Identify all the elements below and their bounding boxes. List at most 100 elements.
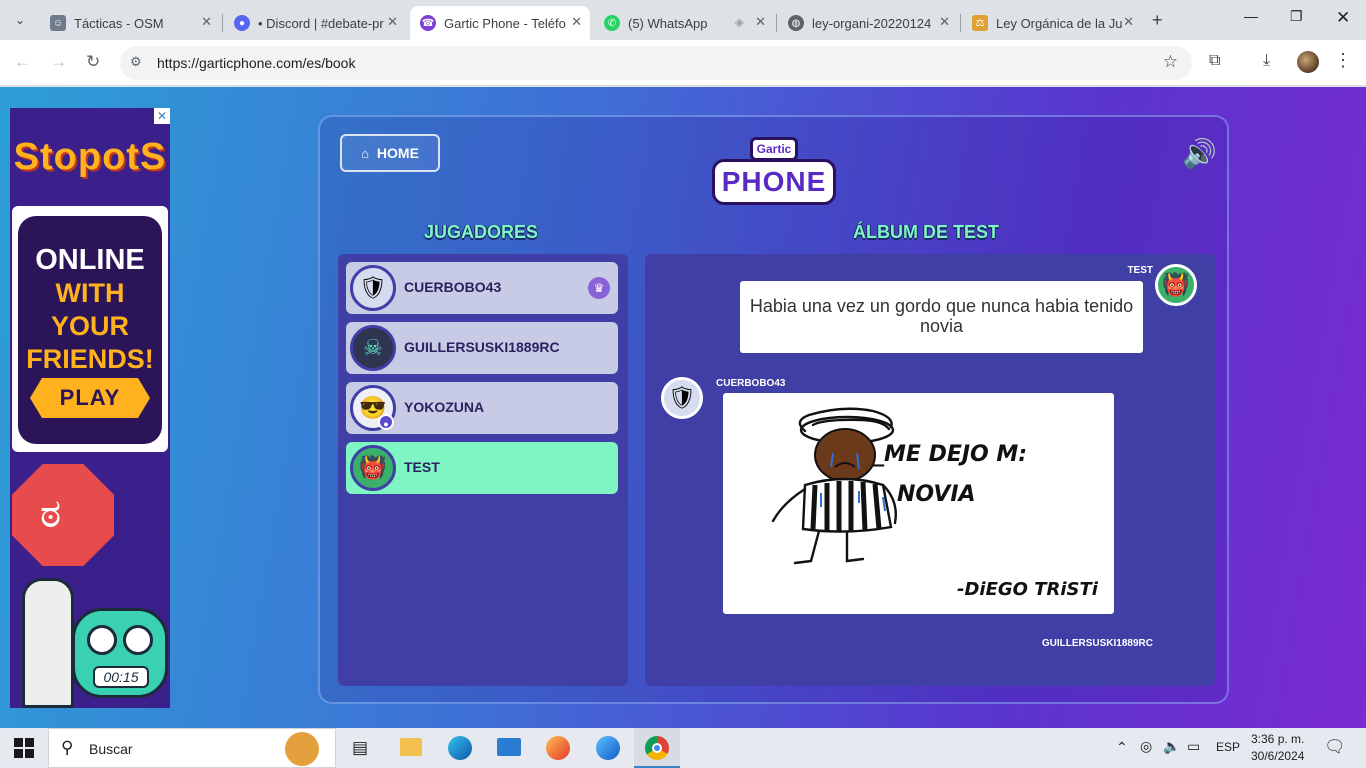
advertisement-banner[interactable]: ✕ StopotS ONLINE WITH YOUR FRIENDS! PLAY…: [10, 108, 170, 708]
page-content: ✕ StopotS ONLINE WITH YOUR FRIENDS! PLAY…: [0, 87, 1366, 728]
windows-taskbar: ⚲ Buscar ▤ ⌃ ◎ 🔈 ▭ ESP 3:36 p. m. 30/6/2…: [0, 728, 1366, 768]
tab-title: Ley Orgánica de la Ju: [996, 15, 1123, 31]
osm-favicon: ☺: [50, 15, 66, 31]
ad-line-2: WITH: [55, 278, 125, 308]
tab-tacticas-osm[interactable]: ☺ Tácticas - OSM ✕: [40, 6, 220, 40]
file-explorer-icon[interactable]: [400, 738, 422, 756]
edge-icon[interactable]: [448, 736, 472, 760]
ad-brand-logo: StopotS: [13, 136, 167, 178]
ad-timer: 00:15: [93, 666, 149, 688]
tab-title: ley-organi-20220124: [812, 15, 932, 31]
ad-line-3: YOUR: [50, 311, 129, 341]
discord-favicon: ●: [234, 15, 250, 31]
player-name: TEST: [404, 459, 440, 475]
taskbar-search[interactable]: ⚲ Buscar: [48, 728, 336, 768]
tab-gartic-phone[interactable]: ☎ Gartic Phone - Teléfo ✕: [410, 6, 590, 40]
url-text[interactable]: https://garticphone.com/es/book: [157, 55, 355, 71]
tab-title: Gartic Phone - Teléfo: [444, 15, 566, 31]
tab-discord[interactable]: ● • Discord | #debate-pr ✕: [224, 6, 406, 40]
player-item[interactable]: ☠ GUILLERSUSKI1889RC: [346, 322, 618, 374]
tray-chevron-icon[interactable]: ⌃: [1116, 739, 1128, 756]
tab-search-button[interactable]: ⌄: [8, 8, 32, 32]
address-bar[interactable]: ⚙ https://garticphone.com/es/book ☆: [120, 46, 1192, 80]
law-favicon: ⚖: [972, 15, 988, 31]
extensions-icon[interactable]: ⧉: [1209, 52, 1220, 70]
close-window-button[interactable]: ✕: [1336, 8, 1350, 28]
close-tab-icon[interactable]: ✕: [387, 14, 398, 30]
knight-icon: 🛡: [661, 377, 703, 419]
search-highlight-icon: [285, 732, 319, 766]
player-item[interactable]: 😎 ● YOKOZUNA: [346, 382, 618, 434]
close-tab-icon[interactable]: ✕: [939, 14, 950, 30]
firefox-icon[interactable]: [546, 736, 570, 760]
players-title: JUGADORES: [424, 222, 539, 242]
language-indicator[interactable]: ESP: [1216, 740, 1240, 754]
clock-time[interactable]: 3:36 p. m.: [1251, 732, 1304, 746]
back-button[interactable]: ←: [14, 52, 31, 72]
clock-date[interactable]: 30/6/2024: [1251, 749, 1304, 763]
audio-icon: ◈: [734, 15, 744, 29]
drawing-text-line-3: -DiEGO TRiSTi: [957, 579, 1099, 600]
eye-icon: [123, 625, 153, 655]
bookmark-star-icon[interactable]: ☆: [1163, 52, 1178, 72]
tab-ley-organica[interactable]: ⚖ Ley Orgánica de la Ju ✕: [962, 6, 1142, 40]
demon-icon: 👹: [1155, 264, 1197, 306]
profile-avatar[interactable]: [1297, 51, 1319, 73]
gartic-favicon: ☎: [420, 15, 436, 31]
tab-divider: [960, 14, 961, 32]
close-tab-icon[interactable]: ✕: [755, 14, 766, 30]
game-container: ⌂ HOME Gartic PHONE 🔊 JUGADORES ÁLBUM DE…: [318, 115, 1229, 704]
forward-button[interactable]: →: [50, 52, 67, 72]
menu-icon[interactable]: ⋮: [1334, 50, 1352, 71]
ad-play-button[interactable]: PLAY: [30, 378, 150, 418]
knight-icon: 🛡: [350, 265, 396, 311]
globe-favicon: ◍: [788, 15, 804, 31]
tab-whatsapp[interactable]: ✆ (5) WhatsApp ◈ ✕: [594, 6, 774, 40]
home-icon: ⌂: [361, 145, 369, 161]
drawing-author-label: CUERBOBO43: [716, 378, 786, 389]
text-author-label: TEST: [1127, 265, 1153, 276]
start-button[interactable]: [14, 738, 34, 758]
restore-button[interactable]: ❐: [1290, 8, 1303, 25]
mail-icon[interactable]: [497, 738, 521, 756]
firefox-dev-icon[interactable]: [596, 736, 620, 760]
close-tab-icon[interactable]: ✕: [1123, 14, 1134, 30]
task-view-icon[interactable]: ▤: [352, 738, 368, 758]
eye-icon: [87, 625, 117, 655]
close-tab-icon[interactable]: ✕: [201, 14, 212, 30]
reload-button[interactable]: ↻: [86, 52, 100, 72]
chrome-icon[interactable]: [634, 728, 680, 768]
drawing-text-line-1: _ME DEJO M:: [872, 442, 1027, 467]
player-item-active[interactable]: 👹 TEST: [346, 442, 618, 494]
home-button[interactable]: ⌂ HOME: [340, 134, 440, 172]
home-label: HOME: [376, 145, 419, 161]
site-info-icon[interactable]: ⚙: [130, 54, 142, 70]
player-name: GUILLERSUSKI1889RC: [404, 339, 560, 355]
tab-ley-organi[interactable]: ◍ ley-organi-20220124 ✕: [778, 6, 958, 40]
drawing-text-line-2: NOVIA: [897, 482, 976, 507]
tray-camera-icon[interactable]: ◎: [1140, 738, 1152, 755]
downloads-icon[interactable]: ⤓: [1263, 52, 1270, 70]
tab-divider: [776, 14, 777, 32]
demon-icon: 👹: [350, 445, 396, 491]
ad-panel: ONLINE WITH YOUR FRIENDS! PLAY: [12, 206, 168, 452]
new-tab-button[interactable]: +: [1152, 10, 1163, 31]
stop-sign-mascot: ಠ: [12, 464, 114, 566]
clock-mascot: 00:15: [72, 608, 168, 698]
player-item[interactable]: 🛡 CUERBOBO43 ♛: [346, 262, 618, 314]
notifications-icon[interactable]: 🗨: [1324, 737, 1346, 757]
search-placeholder: Buscar: [89, 741, 133, 757]
ad-line-1: ONLINE: [35, 244, 145, 276]
tab-title: Tácticas - OSM: [74, 15, 164, 31]
close-tab-icon[interactable]: ✕: [571, 14, 582, 30]
tab-strip: ⌄ ☺ Tácticas - OSM ✕ ● • Discord | #deba…: [0, 0, 1366, 40]
sound-icon[interactable]: 🔊: [1182, 137, 1217, 170]
user-badge-icon: ●: [378, 414, 394, 430]
player-name: CUERBOBO43: [404, 279, 502, 295]
network-icon[interactable]: ▭: [1187, 738, 1200, 755]
minimize-button[interactable]: —: [1244, 8, 1258, 24]
ad-close-icon[interactable]: ✕: [154, 108, 170, 124]
volume-icon[interactable]: 🔈: [1163, 738, 1180, 755]
tab-divider: [222, 14, 223, 32]
ad-character-figure: [22, 578, 74, 708]
